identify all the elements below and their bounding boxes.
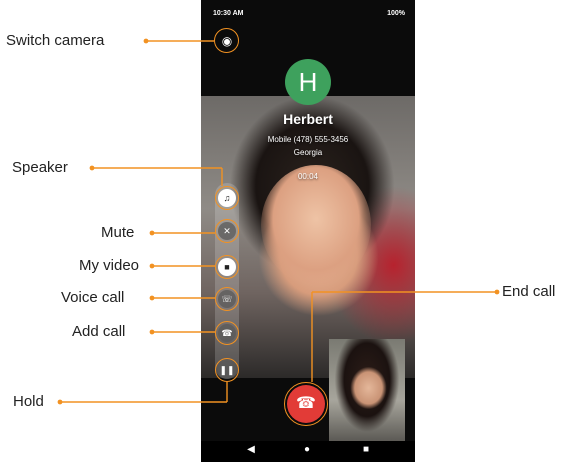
label-mute: Mute [101,224,135,241]
label-speaker: Speaker [12,159,68,176]
leader-lines [57,38,500,405]
label-add-call: Add call [72,323,126,340]
label-switch-camera: Switch camera [6,32,105,49]
label-voice-call: Voice call [61,289,125,306]
annotated-screenshot: 10:30 AM 100% H Herbert Mobile (478) 555… [0,0,577,462]
label-hold: Hold [13,393,44,410]
label-end-call: End call [502,283,556,300]
label-my-video: My video [79,257,140,274]
